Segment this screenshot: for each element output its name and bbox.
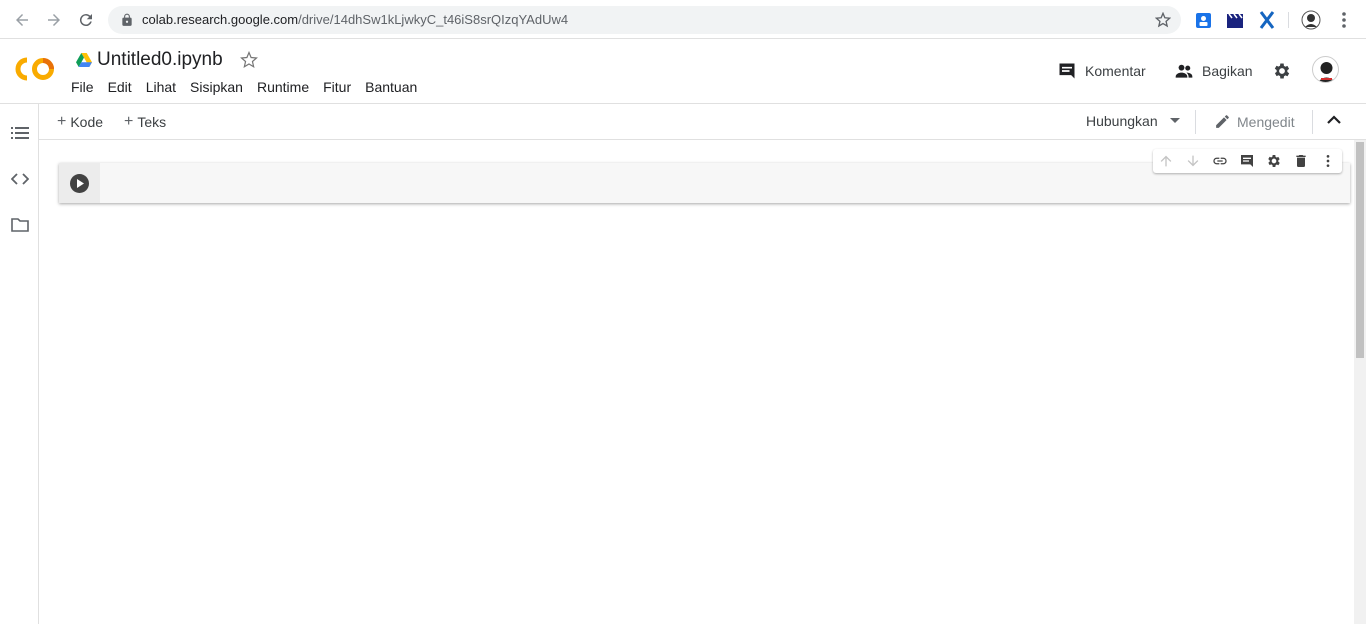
menu-tools[interactable]: Fitur (323, 79, 358, 95)
menu-bar: File Edit Lihat Sisipkan Runtime Fitur B… (71, 79, 431, 95)
chevron-up-icon (1327, 115, 1341, 124)
add-text-button[interactable]: + Teks (124, 113, 166, 131)
reload-button[interactable] (74, 8, 98, 32)
extension-x-icon[interactable] (1257, 10, 1277, 30)
comment-icon[interactable] (1239, 153, 1255, 169)
delete-icon[interactable] (1293, 153, 1309, 169)
code-snippets-icon[interactable] (11, 170, 29, 188)
toolbar-divider (1312, 110, 1313, 134)
menu-file[interactable]: File (71, 79, 101, 95)
editing-label: Mengedit (1237, 113, 1295, 130)
share-button[interactable]: Bagikan (1174, 61, 1253, 81)
gear-icon[interactable] (1266, 153, 1282, 169)
colab-header: Untitled0.ipynb File Edit Lihat Sisipkan… (0, 39, 1366, 104)
add-text-label: Teks (137, 114, 167, 130)
people-icon (1175, 64, 1193, 78)
pencil-icon (1216, 115, 1229, 128)
comment-button[interactable]: Komentar (1057, 61, 1146, 81)
menu-edit[interactable]: Edit (108, 79, 139, 95)
url-text: colab.research.google.com/drive/14dhSw1k… (142, 12, 568, 27)
comment-icon (1059, 63, 1075, 79)
star-icon[interactable] (239, 51, 258, 69)
connect-button[interactable]: Hubungkan (1086, 113, 1180, 129)
menu-runtime[interactable]: Runtime (257, 79, 316, 95)
notebook-title[interactable]: Untitled0.ipynb (97, 49, 223, 71)
more-vert-icon[interactable] (1320, 153, 1336, 169)
cell-toolbar (1153, 149, 1342, 173)
add-code-label: Kode (70, 114, 104, 130)
add-code-button[interactable]: + Kode (57, 113, 103, 131)
settings-button[interactable] (1272, 61, 1300, 81)
comment-label: Komentar (1085, 63, 1146, 79)
arrow-left-icon (16, 14, 28, 26)
url-path: /drive/14dhSw1kLjwkyC_t46iS8srQIzqYAdUw4 (298, 12, 569, 27)
browser-menu-button[interactable] (1334, 10, 1354, 30)
left-sidebar (0, 104, 39, 624)
extension-clapper-icon[interactable] (1225, 10, 1245, 30)
connect-label: Hubungkan (1086, 113, 1158, 129)
profile-avatar-icon[interactable] (1301, 10, 1321, 30)
menu-insert[interactable]: Sisipkan (190, 79, 250, 95)
forward-button[interactable] (42, 8, 66, 32)
colab-logo[interactable] (14, 56, 56, 82)
back-button[interactable] (10, 8, 34, 32)
toolbar-divider (1288, 12, 1289, 28)
plus-icon: + (57, 113, 67, 130)
dropdown-arrow-icon (1169, 118, 1180, 123)
google-drive-icon[interactable] (76, 53, 92, 67)
toolbar-divider (1195, 110, 1196, 134)
menu-view[interactable]: Lihat (146, 79, 183, 95)
plus-icon: + (124, 113, 134, 130)
gear-icon (1274, 63, 1290, 79)
folder-icon[interactable] (11, 216, 29, 234)
address-bar[interactable]: colab.research.google.com/drive/14dhSw1k… (108, 6, 1181, 34)
table-of-contents-icon[interactable] (11, 124, 29, 142)
title-row: Untitled0.ipynb (76, 49, 258, 71)
more-vert-icon (1342, 12, 1346, 28)
scrollbar-thumb[interactable] (1356, 142, 1364, 358)
collapse-header-button[interactable] (1327, 115, 1341, 124)
menu-help[interactable]: Bantuan (365, 79, 424, 95)
cell-gutter (59, 163, 100, 203)
move-up-icon[interactable] (1158, 153, 1174, 169)
share-label: Bagikan (1202, 63, 1253, 79)
play-icon (76, 179, 84, 188)
reload-icon (79, 14, 92, 27)
editing-mode-button[interactable]: Mengedit (1214, 113, 1295, 130)
move-down-icon[interactable] (1185, 153, 1201, 169)
url-host: colab.research.google.com (142, 12, 299, 27)
lock-icon (122, 13, 132, 26)
bookmark-star-icon[interactable] (1155, 12, 1171, 28)
extension-contacts-icon[interactable] (1193, 10, 1213, 30)
user-avatar[interactable] (1312, 56, 1339, 83)
notebook-area (39, 140, 1354, 624)
notebook-toolbar: + Kode + Teks Hubungkan Mengedit (39, 104, 1366, 140)
link-icon[interactable] (1212, 153, 1228, 169)
arrow-right-icon (48, 14, 60, 26)
run-cell-button[interactable] (70, 174, 89, 193)
browser-toolbar: colab.research.google.com/drive/14dhSw1k… (0, 0, 1366, 39)
